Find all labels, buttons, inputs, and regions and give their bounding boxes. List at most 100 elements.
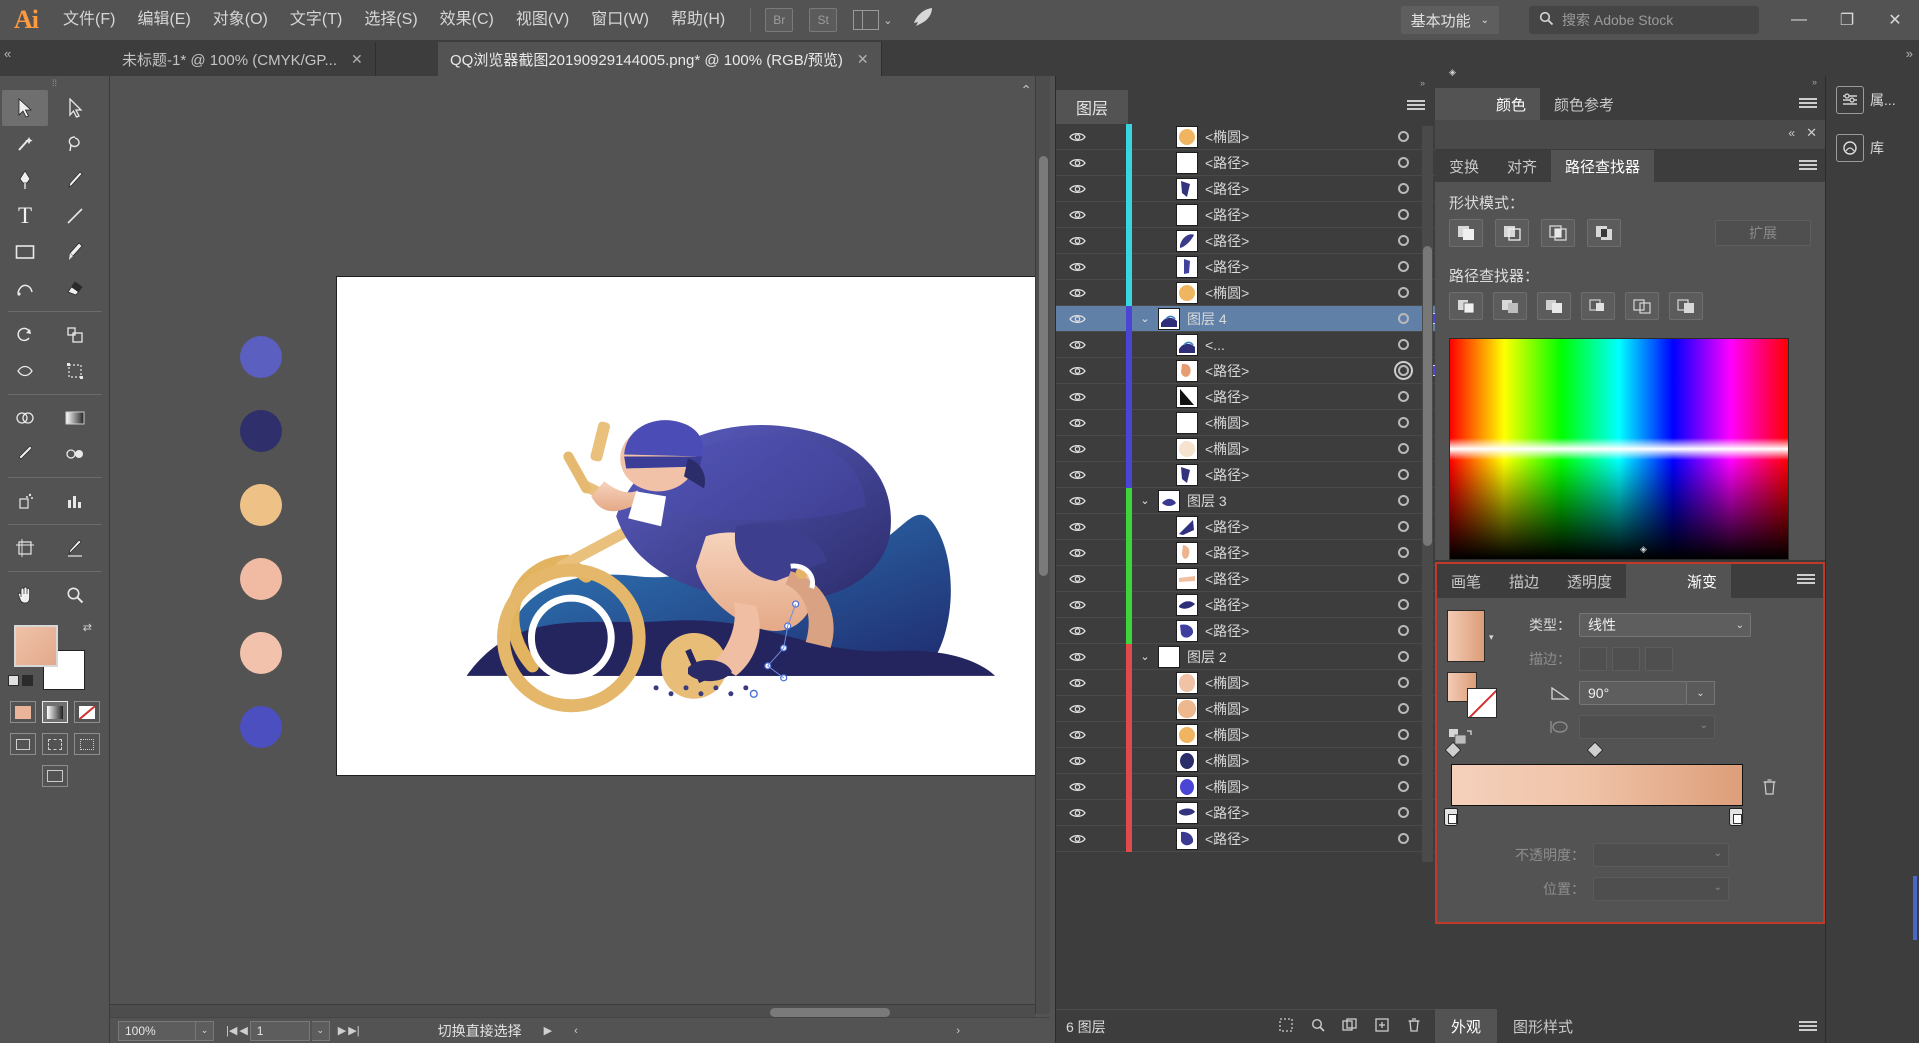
collapse-icon[interactable]: «: [1788, 126, 1795, 140]
line-segment-tool[interactable]: [52, 198, 98, 234]
scrollbar-thumb[interactable]: [770, 1008, 890, 1017]
visibility-eye-icon[interactable]: [1056, 651, 1098, 663]
dock-item-libraries[interactable]: 库: [1826, 124, 1919, 172]
visibility-eye-icon[interactable]: [1056, 313, 1098, 325]
expand-button[interactable]: 扩展: [1715, 220, 1811, 246]
artboard-tool[interactable]: [2, 530, 48, 566]
visibility-eye-icon[interactable]: [1056, 807, 1098, 819]
target-indicator[interactable]: [1387, 469, 1419, 480]
gradient-presets-chevron-icon[interactable]: ▾: [1489, 632, 1494, 643]
visibility-eye-icon[interactable]: [1056, 833, 1098, 845]
layer-row[interactable]: <路径>: [1056, 799, 1436, 826]
visibility-eye-icon[interactable]: [1056, 287, 1098, 299]
canvas-dot-4[interactable]: [240, 558, 282, 600]
target-indicator[interactable]: [1387, 755, 1419, 766]
canvas-dot-5[interactable]: [240, 632, 282, 674]
next-artboard-icon[interactable]: ▶: [338, 1024, 346, 1037]
disclosure-triangle-icon[interactable]: ⌄: [1132, 312, 1158, 325]
eraser-tool[interactable]: [52, 270, 98, 306]
target-indicator[interactable]: [1387, 183, 1419, 194]
document-tab-1[interactable]: 未标题-1* @ 100% (CMYK/GP... ✕: [110, 42, 376, 76]
home-rocket-icon[interactable]: [910, 6, 936, 34]
status-play-icon[interactable]: ▶: [544, 1024, 552, 1037]
layers-scrollbar[interactable]: [1422, 126, 1433, 862]
layer-row[interactable]: <椭圆>: [1056, 695, 1436, 722]
layer-row[interactable]: <路径>: [1056, 357, 1436, 384]
close-icon[interactable]: ✕: [1806, 125, 1817, 141]
visibility-eye-icon[interactable]: [1056, 469, 1098, 481]
layer-row[interactable]: <路径>: [1056, 591, 1436, 618]
target-indicator[interactable]: [1387, 833, 1419, 844]
canvas-dot-6[interactable]: [240, 706, 282, 748]
hamburger-icon[interactable]: [1407, 98, 1425, 114]
visibility-eye-icon[interactable]: [1056, 391, 1098, 403]
intersect-icon[interactable]: [1541, 219, 1575, 247]
zoom-chevron-icon[interactable]: ⌄: [196, 1020, 214, 1041]
menu-type[interactable]: 文字(T): [279, 0, 353, 40]
target-indicator[interactable]: [1387, 287, 1419, 298]
last-artboard-icon[interactable]: ▶|: [348, 1024, 359, 1037]
menu-edit[interactable]: 编辑(E): [126, 0, 201, 40]
target-indicator[interactable]: [1387, 547, 1419, 558]
target-indicator[interactable]: [1387, 521, 1419, 532]
layer-row[interactable]: <椭圆>: [1056, 721, 1436, 748]
artboard-chevron-icon[interactable]: ⌄: [311, 1020, 330, 1041]
layer-row[interactable]: <路径>: [1056, 513, 1436, 540]
color-fill-button[interactable]: [10, 701, 36, 723]
target-indicator[interactable]: [1387, 365, 1419, 376]
magic-wand-tool[interactable]: [2, 126, 48, 162]
trim-icon[interactable]: [1493, 292, 1527, 320]
target-indicator[interactable]: [1387, 261, 1419, 272]
rotate-tool[interactable]: [2, 317, 48, 353]
layer-row[interactable]: <路径>: [1056, 825, 1436, 852]
gradient-angle-input[interactable]: 90°: [1579, 681, 1687, 705]
layer-row[interactable]: <椭圆>: [1056, 409, 1436, 436]
layer-row[interactable]: <路径>: [1056, 253, 1436, 280]
restore-button[interactable]: ❐: [1823, 0, 1871, 40]
gradient-opacity-input[interactable]: ⌄: [1593, 843, 1729, 867]
target-indicator[interactable]: [1387, 781, 1419, 792]
arrange-chevron-icon[interactable]: ⌄: [883, 14, 892, 27]
tab-align[interactable]: 对齐: [1493, 150, 1551, 182]
visibility-eye-icon[interactable]: [1056, 599, 1098, 611]
draw-normal-icon[interactable]: [10, 733, 36, 755]
layer-row[interactable]: <椭圆>: [1056, 279, 1436, 306]
visibility-eye-icon[interactable]: [1056, 677, 1098, 689]
fill-swatch[interactable]: [14, 625, 58, 667]
menu-help[interactable]: 帮助(H): [660, 0, 736, 40]
eyedropper-tool[interactable]: [2, 436, 48, 472]
visibility-eye-icon[interactable]: [1056, 235, 1098, 247]
tab-brushes[interactable]: 画笔: [1437, 564, 1495, 598]
type-tool[interactable]: T: [2, 198, 48, 234]
minus-back-icon[interactable]: [1669, 292, 1703, 320]
tab-graphic-styles[interactable]: 图形样式: [1497, 1009, 1589, 1043]
tab-color[interactable]: ◈ 颜色: [1435, 67, 1541, 120]
left-collapse-icon[interactable]: «: [4, 46, 11, 61]
target-indicator[interactable]: [1387, 417, 1419, 428]
lasso-tool[interactable]: [52, 126, 98, 162]
angle-chevron-icon[interactable]: ⌄: [1687, 681, 1715, 705]
visibility-eye-icon[interactable]: [1056, 781, 1098, 793]
canvas-collapse-icon[interactable]: ⌃: [1020, 82, 1032, 99]
menu-object[interactable]: 对象(O): [202, 0, 279, 40]
hamburger-icon[interactable]: [1799, 158, 1817, 173]
gradient-location-input[interactable]: ⌄: [1593, 877, 1729, 901]
layer-row[interactable]: <路径>: [1056, 149, 1436, 176]
tab-pathfinder[interactable]: 路径查找器: [1551, 150, 1655, 182]
layer-row-selected[interactable]: ⌄ 图层 4: [1056, 305, 1436, 332]
stock-button[interactable]: St: [809, 8, 838, 32]
visibility-eye-icon[interactable]: [1056, 625, 1098, 637]
target-indicator[interactable]: [1387, 495, 1419, 506]
blend-tool[interactable]: [52, 436, 98, 472]
layer-row[interactable]: <路径>: [1056, 617, 1436, 644]
layer-row[interactable]: <路径>: [1056, 175, 1436, 202]
paintbrush-tool[interactable]: [52, 234, 98, 270]
hamburger-icon[interactable]: [1799, 1019, 1817, 1033]
create-new-sublayer-icon[interactable]: [1342, 1017, 1358, 1036]
scrollbar-thumb[interactable]: [1423, 246, 1432, 546]
right-panel-grip[interactable]: »: [1435, 76, 1825, 88]
stroke-along-icon[interactable]: [1612, 647, 1640, 671]
toolbar-grip[interactable]: ⁞⁞: [0, 76, 109, 90]
locate-object-icon[interactable]: [1310, 1017, 1326, 1036]
tab-layers[interactable]: 图层: [1056, 90, 1129, 124]
